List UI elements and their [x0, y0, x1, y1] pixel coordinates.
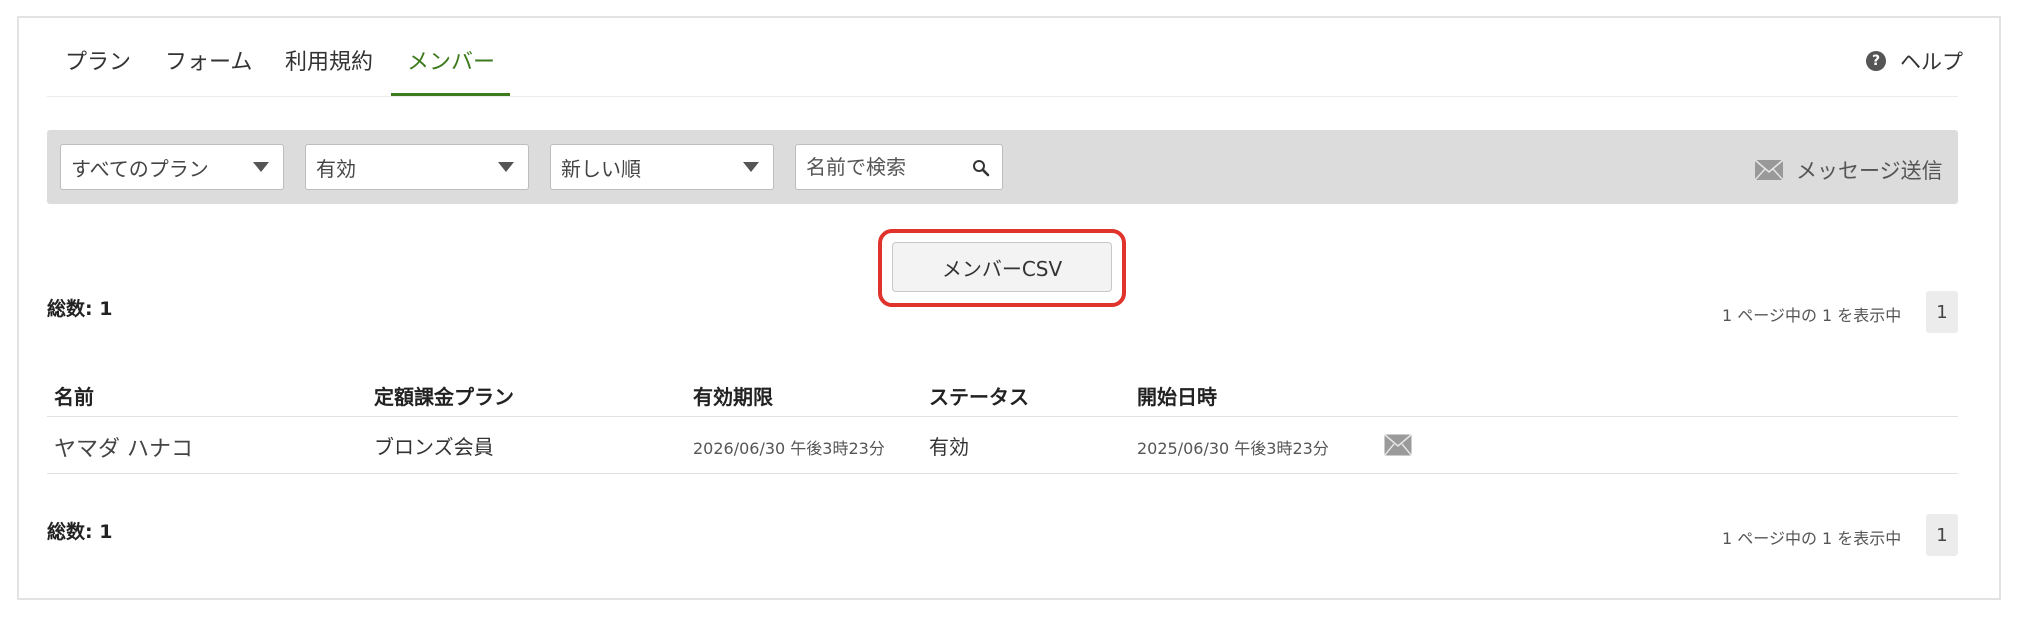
members-panel [17, 16, 2001, 600]
sort-select[interactable]: 新しい順 [550, 144, 774, 190]
envelope-icon [1754, 159, 1784, 181]
member-csv-button[interactable]: メンバーCSV [892, 242, 1112, 292]
plan-filter-select[interactable]: すべてのプラン [60, 144, 284, 190]
tab-form[interactable]: フォーム [165, 44, 252, 76]
send-message-button[interactable]: メッセージ送信 [1754, 155, 1943, 185]
total-count-top: 総数: 1 [47, 298, 113, 320]
tab-members[interactable]: メンバー [407, 44, 495, 76]
member-name-link[interactable]: ヤマダ ハナコ [54, 431, 193, 463]
total-count-bottom: 総数: 1 [47, 521, 113, 543]
column-header-start: 開始日時 [1137, 385, 1217, 409]
pagination-page-bottom[interactable]: 1 [1926, 514, 1958, 556]
tabs-divider [47, 96, 1958, 97]
help-label: ヘルプ [1900, 50, 1963, 74]
page-info-bottom: 1 ページ中の 1 を表示中 [1722, 529, 1902, 548]
envelope-icon[interactable] [1384, 434, 1412, 456]
member-plan: ブロンズ会員 [374, 435, 494, 459]
name-search-input[interactable] [796, 145, 966, 189]
page-info-top: 1 ページ中の 1 を表示中 [1722, 306, 1902, 325]
tab-terms[interactable]: 利用規約 [285, 44, 373, 76]
send-message-label: メッセージ送信 [1796, 159, 1943, 183]
table-row-divider [47, 473, 1958, 474]
caret-down-icon [498, 162, 514, 172]
caret-down-icon [743, 162, 759, 172]
tab-plan[interactable]: プラン [65, 44, 131, 76]
status-filter-value: 有効 [316, 156, 356, 181]
column-header-expiry: 有効期限 [693, 385, 773, 409]
name-search [795, 144, 1003, 190]
column-header-status: ステータス [929, 385, 1029, 409]
caret-down-icon [253, 162, 269, 172]
member-expiry: 2026/06/30 午後3時23分 [693, 439, 885, 458]
search-icon[interactable] [972, 159, 990, 177]
table-header-divider [47, 416, 1958, 417]
member-status: 有効 [929, 435, 969, 459]
plan-filter-value: すべてのプラン [71, 156, 209, 181]
column-header-plan: 定額課金プラン [374, 385, 514, 409]
help-link[interactable]: ? ヘルプ [1866, 47, 1963, 75]
member-start: 2025/06/30 午後3時23分 [1137, 439, 1329, 458]
status-filter-select[interactable]: 有効 [305, 144, 529, 190]
column-header-name: 名前 [54, 385, 94, 409]
pagination-page-top[interactable]: 1 [1926, 291, 1958, 333]
question-circle-icon: ? [1866, 51, 1886, 71]
sort-value: 新しい順 [561, 156, 641, 181]
